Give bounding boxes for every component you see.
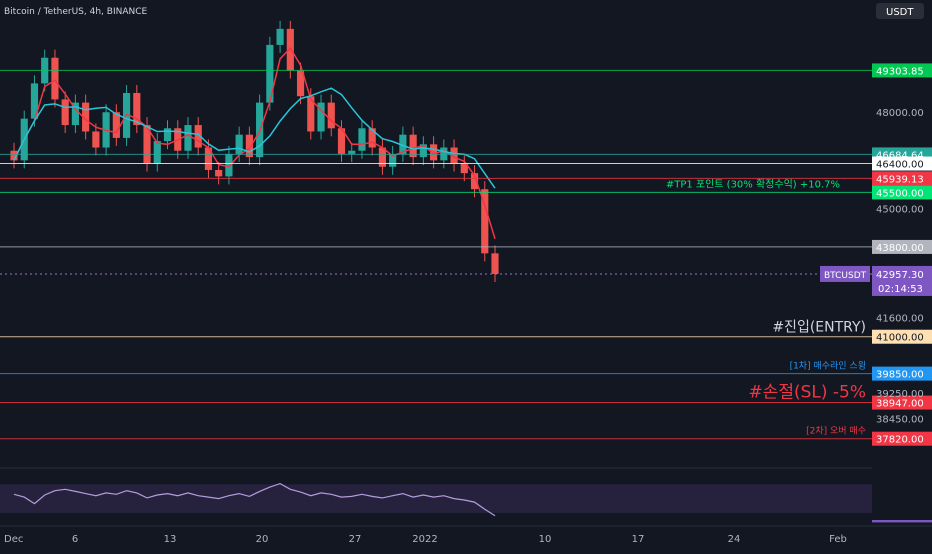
- time-tick: 20: [256, 534, 269, 545]
- candle: [61, 99, 69, 126]
- time-tick: Dec: [4, 534, 23, 545]
- price-tag-label: 45939.13: [876, 174, 924, 185]
- price-tick: 38450.00: [876, 415, 924, 426]
- candle: [92, 131, 100, 148]
- price-tag-label: 37820.00: [876, 435, 924, 446]
- candle: [225, 153, 233, 177]
- candle: [235, 134, 243, 154]
- time-tick: Feb: [829, 534, 847, 545]
- candle: [327, 102, 335, 129]
- time-tick: 10: [539, 534, 552, 545]
- price-tag-label: 46400.00: [876, 160, 924, 171]
- price-chart[interactable]: BTCUSDT #TP1 포인트 (30% 확정수익) +10.7% #진입(ENT…: [0, 0, 932, 550]
- price-tag-label: 43800.00: [876, 243, 924, 254]
- time-tick: 27: [349, 534, 362, 545]
- annotation-label: #진입(ENTRY): [772, 320, 866, 336]
- candle: [245, 134, 253, 158]
- candle: [163, 128, 172, 142]
- price-tag-label: 39850.00: [876, 370, 924, 381]
- annotation-label: [1차] 매수라인 스윙: [790, 360, 866, 372]
- candle: [348, 150, 356, 154]
- time-tick: 2022: [412, 534, 437, 545]
- candle: [358, 128, 366, 151]
- price-tick: 39250.00: [876, 389, 924, 400]
- price-tag-label: 38947.00: [876, 399, 924, 410]
- currency-label[interactable]: USDT: [886, 7, 914, 18]
- price-tag-label: 45500.00: [876, 188, 924, 199]
- price-tick: 48000.00: [876, 108, 924, 119]
- annotation-label: #손절(SL) -5%: [748, 383, 866, 403]
- symbol-label: BTCUSDT: [824, 271, 867, 281]
- candle: [409, 134, 417, 158]
- time-tick: 24: [728, 534, 741, 545]
- annotation-label: [2차] 오버 매수: [806, 425, 866, 437]
- rsi-band: [0, 484, 872, 513]
- candle: [153, 141, 161, 164]
- time-tick: 6: [72, 534, 78, 545]
- candle: [184, 125, 192, 151]
- countdown-timer: 02:14:53: [878, 284, 923, 295]
- chart-area[interactable]: BTCUSDT #TP1 포인트 (30% 확정수익) +10.7% #진입(ENT…: [0, 0, 932, 550]
- last-price-value: 42957.30: [876, 270, 924, 281]
- price-tick: 45000.00: [876, 204, 924, 215]
- time-tick: 17: [632, 534, 645, 545]
- time-tick: 13: [164, 534, 177, 545]
- price-tag-label: 41000.00: [876, 333, 924, 344]
- candle: [276, 28, 284, 45]
- annotation-label: #TP1 포인트 (30% 확정수익) +10.7%: [666, 178, 840, 190]
- candle: [215, 169, 223, 177]
- candle: [491, 253, 499, 274]
- candle: [51, 57, 59, 100]
- price-tag-label: 49303.85: [876, 66, 924, 77]
- chart-title: Bitcoin / TetherUS, 4h, BINANCE: [4, 7, 148, 17]
- price-tick: 41600.00: [876, 313, 924, 324]
